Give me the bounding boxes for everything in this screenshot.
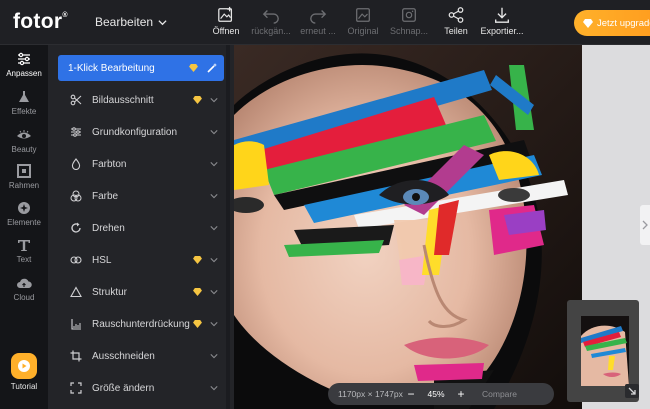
zoom-in-button[interactable]: + bbox=[454, 387, 468, 401]
app: fotor® Bearbeiten Öffnen rückgän... erne… bbox=[0, 0, 650, 409]
text-icon bbox=[18, 240, 30, 251]
eye-icon bbox=[17, 130, 31, 139]
adjust-icon bbox=[71, 127, 81, 137]
panel-item-denoise[interactable]: Rauschunterdrückung bbox=[58, 311, 224, 337]
rail-item-text[interactable]: Text bbox=[0, 237, 48, 273]
chevron-down-icon bbox=[210, 226, 218, 231]
rail-item-effects[interactable]: Effekte bbox=[0, 89, 48, 125]
premium-diamond-icon bbox=[193, 320, 202, 328]
rotate-icon bbox=[71, 222, 81, 233]
panel-scrollbar[interactable] bbox=[226, 45, 230, 409]
share-icon bbox=[448, 7, 464, 23]
compare-button[interactable]: Compare bbox=[482, 389, 517, 399]
zoom-out-button[interactable]: − bbox=[404, 387, 418, 401]
noise-icon bbox=[71, 319, 81, 330]
panel-item-basic[interactable]: Grundkonfiguration bbox=[58, 119, 224, 145]
chevron-down-icon bbox=[210, 354, 218, 359]
chevron-down-icon bbox=[210, 98, 218, 103]
scissors-icon bbox=[70, 94, 82, 106]
navigator-thumbnail[interactable] bbox=[567, 300, 639, 402]
panel-item-rotate[interactable]: Drehen bbox=[58, 215, 224, 241]
panel-item-crop[interactable]: Ausschneiden bbox=[58, 343, 224, 369]
hsl-icon bbox=[70, 256, 82, 264]
edit-menu-label: Bearbeiten bbox=[95, 15, 154, 29]
chevron-down-icon bbox=[210, 258, 218, 263]
panel-item-structure[interactable]: Struktur bbox=[58, 279, 224, 305]
chevron-down-icon bbox=[210, 194, 218, 199]
original-image-icon bbox=[356, 8, 370, 22]
download-icon bbox=[495, 7, 509, 23]
thumbnail-image bbox=[581, 316, 629, 386]
resize-icon bbox=[70, 382, 82, 394]
tool-rail: Anpassen Effekte Beauty Rahmen Elemente … bbox=[0, 45, 48, 409]
rail-item-frames[interactable]: Rahmen bbox=[0, 163, 48, 199]
panel-item-resize[interactable]: Größe ändern bbox=[58, 375, 224, 401]
snapshot-icon bbox=[402, 8, 416, 22]
play-icon bbox=[11, 353, 37, 379]
panel-item-hsl[interactable]: HSL bbox=[58, 247, 224, 273]
export-button[interactable]: Exportier... bbox=[474, 6, 530, 40]
chevron-down-icon bbox=[210, 130, 218, 135]
chevron-right-icon bbox=[642, 220, 648, 230]
elements-icon bbox=[18, 202, 30, 214]
panel-item-tone[interactable]: Farbton bbox=[58, 151, 224, 177]
upgrade-button[interactable]: Jetzt upgrade bbox=[574, 10, 650, 36]
image-dimensions: 1170px × 1747px bbox=[338, 389, 403, 399]
image-add-icon bbox=[218, 6, 233, 22]
expand-icon[interactable] bbox=[625, 384, 639, 398]
diamond-icon bbox=[583, 18, 593, 28]
panel-item-one-click[interactable]: 1-Klick Bearbeitung bbox=[58, 55, 224, 81]
rail-item-elements[interactable]: Elemente bbox=[0, 200, 48, 236]
premium-diamond-icon bbox=[193, 96, 202, 104]
rail-item-adjust[interactable]: Anpassen bbox=[0, 51, 48, 87]
cloud-icon bbox=[17, 278, 32, 288]
rail-item-cloud[interactable]: Cloud bbox=[0, 275, 48, 311]
redo-icon bbox=[310, 10, 327, 24]
side-panel-toggle[interactable] bbox=[640, 205, 650, 245]
adjust-panel: 1-Klick Bearbeitung Bildausschnitt Grund… bbox=[48, 45, 234, 409]
crop-icon bbox=[70, 350, 82, 362]
chevron-down-icon bbox=[210, 386, 218, 391]
undo-icon bbox=[262, 10, 279, 24]
magic-wand-icon bbox=[207, 63, 217, 73]
triangle-icon bbox=[70, 286, 82, 298]
frame-icon bbox=[17, 164, 31, 178]
chevron-down-icon bbox=[210, 162, 218, 167]
zoom-level: 45% bbox=[427, 389, 445, 399]
zoom-bar: 1170px × 1747px − 45% + Compare bbox=[328, 383, 554, 405]
chevron-down-icon bbox=[158, 19, 167, 25]
panel-item-cutout[interactable]: Bildausschnitt bbox=[58, 87, 224, 113]
flask-icon bbox=[19, 91, 29, 102]
fotor-logo[interactable]: fotor® bbox=[13, 10, 68, 34]
rail-item-beauty[interactable]: Beauty bbox=[0, 127, 48, 163]
chevron-down-icon bbox=[210, 290, 218, 295]
panel-item-color[interactable]: Farbe bbox=[58, 183, 224, 209]
premium-diamond-icon bbox=[193, 256, 202, 264]
top-bar: fotor® Bearbeiten Öffnen rückgän... erne… bbox=[0, 0, 650, 45]
drop-icon bbox=[71, 158, 81, 170]
upgrade-label: Jetzt upgrade bbox=[597, 17, 650, 29]
premium-diamond-icon bbox=[189, 64, 198, 72]
color-circles-icon bbox=[70, 190, 82, 202]
edited-photo[interactable] bbox=[234, 45, 582, 409]
sliders-icon bbox=[18, 52, 30, 66]
edit-menu-dropdown[interactable]: Bearbeiten bbox=[95, 15, 167, 29]
chevron-down-icon bbox=[210, 322, 218, 327]
premium-diamond-icon bbox=[193, 288, 202, 296]
tutorial-button[interactable]: Tutorial bbox=[0, 353, 48, 403]
